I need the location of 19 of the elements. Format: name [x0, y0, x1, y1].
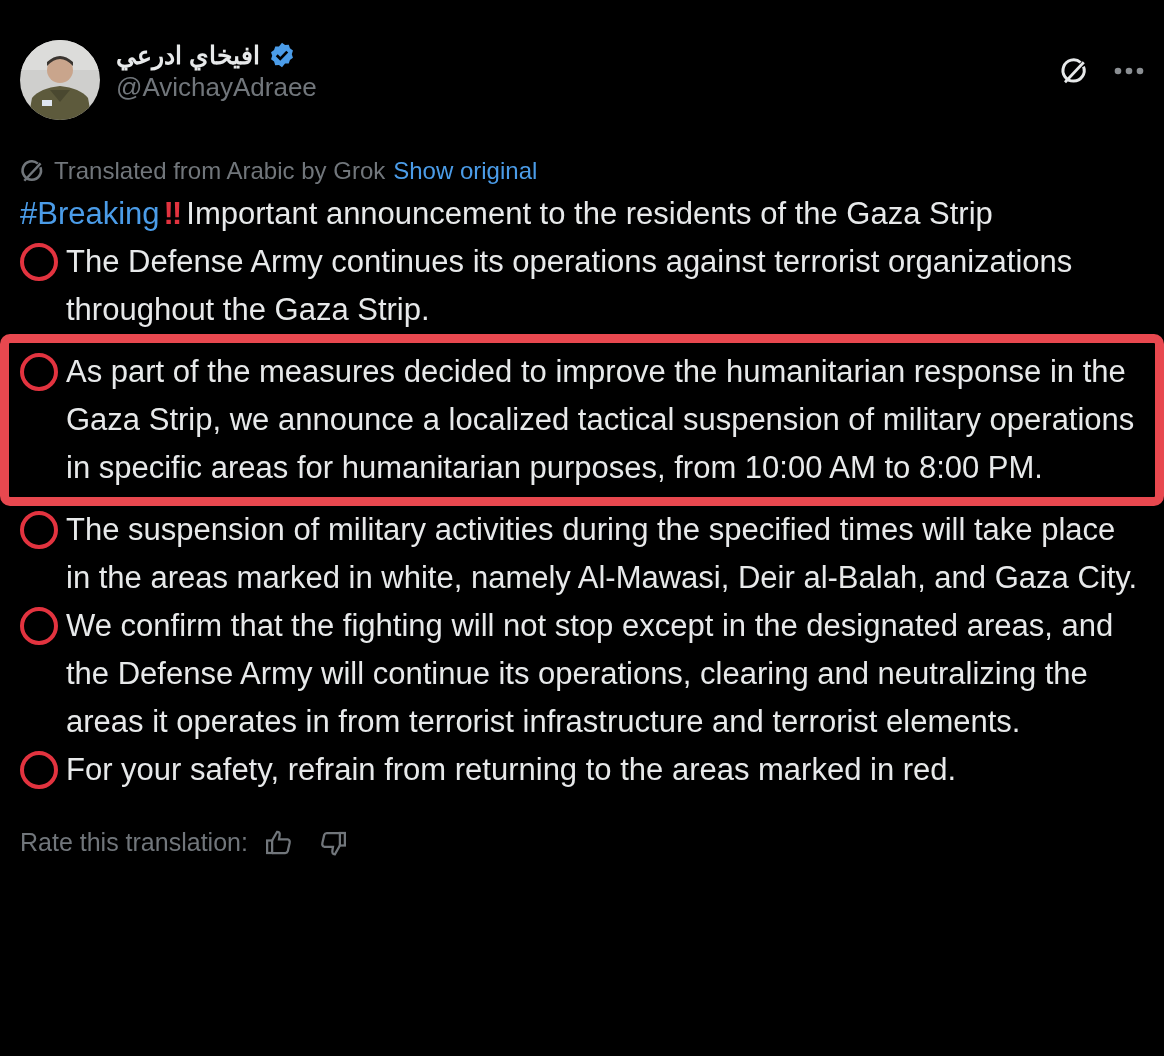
post-text: Important announcement to the residents of the Gaza Strip	[186, 196, 993, 231]
post-text: The Defense Army continues its operations against terrorist organizations throughout the Gaza Strip.	[66, 243, 1074, 329]
rating-label: Rate this translation:	[20, 827, 248, 858]
show-original-link[interactable]: Show original	[393, 156, 538, 186]
post-text: The suspension of military activities during the specified times will take place in the areas marked in white, namely Al-Mawasi, Deir al-Balah, and Gaza City.	[66, 511, 1139, 597]
circle-icon	[20, 607, 58, 645]
author-name: افيخاي ادرعي	[116, 40, 260, 70]
post-text: We confirm that the fighting will not stop except in the designated areas, and the Defense Army will continue its operations, clearing and neutralizing the areas it operates in from terrorist infrastructure and terrorist elements.	[66, 607, 1115, 741]
circle-icon	[20, 243, 58, 281]
author-handle[interactable]: @AvichayAdraee	[116, 70, 1060, 104]
post-text: As part of the measures decided to improve the humanitarian response in the Gaza Strip, we announce a localized tactical suspension of military operations in specific areas for humanitarian purposes, from 10:00 AM to 8:00 PM.	[66, 353, 1136, 487]
post-text: For your safety, refrain from returning to the areas marked in red.	[66, 751, 957, 789]
exclamation-icon: ‼	[163, 196, 183, 231]
circle-icon	[20, 751, 58, 789]
circle-icon	[20, 353, 58, 391]
hashtag-link[interactable]: #Breaking	[20, 196, 160, 231]
more-icon[interactable]	[1114, 67, 1144, 75]
circle-icon	[20, 511, 58, 549]
translation-note: Translated from Arabic by Grok	[54, 156, 386, 186]
